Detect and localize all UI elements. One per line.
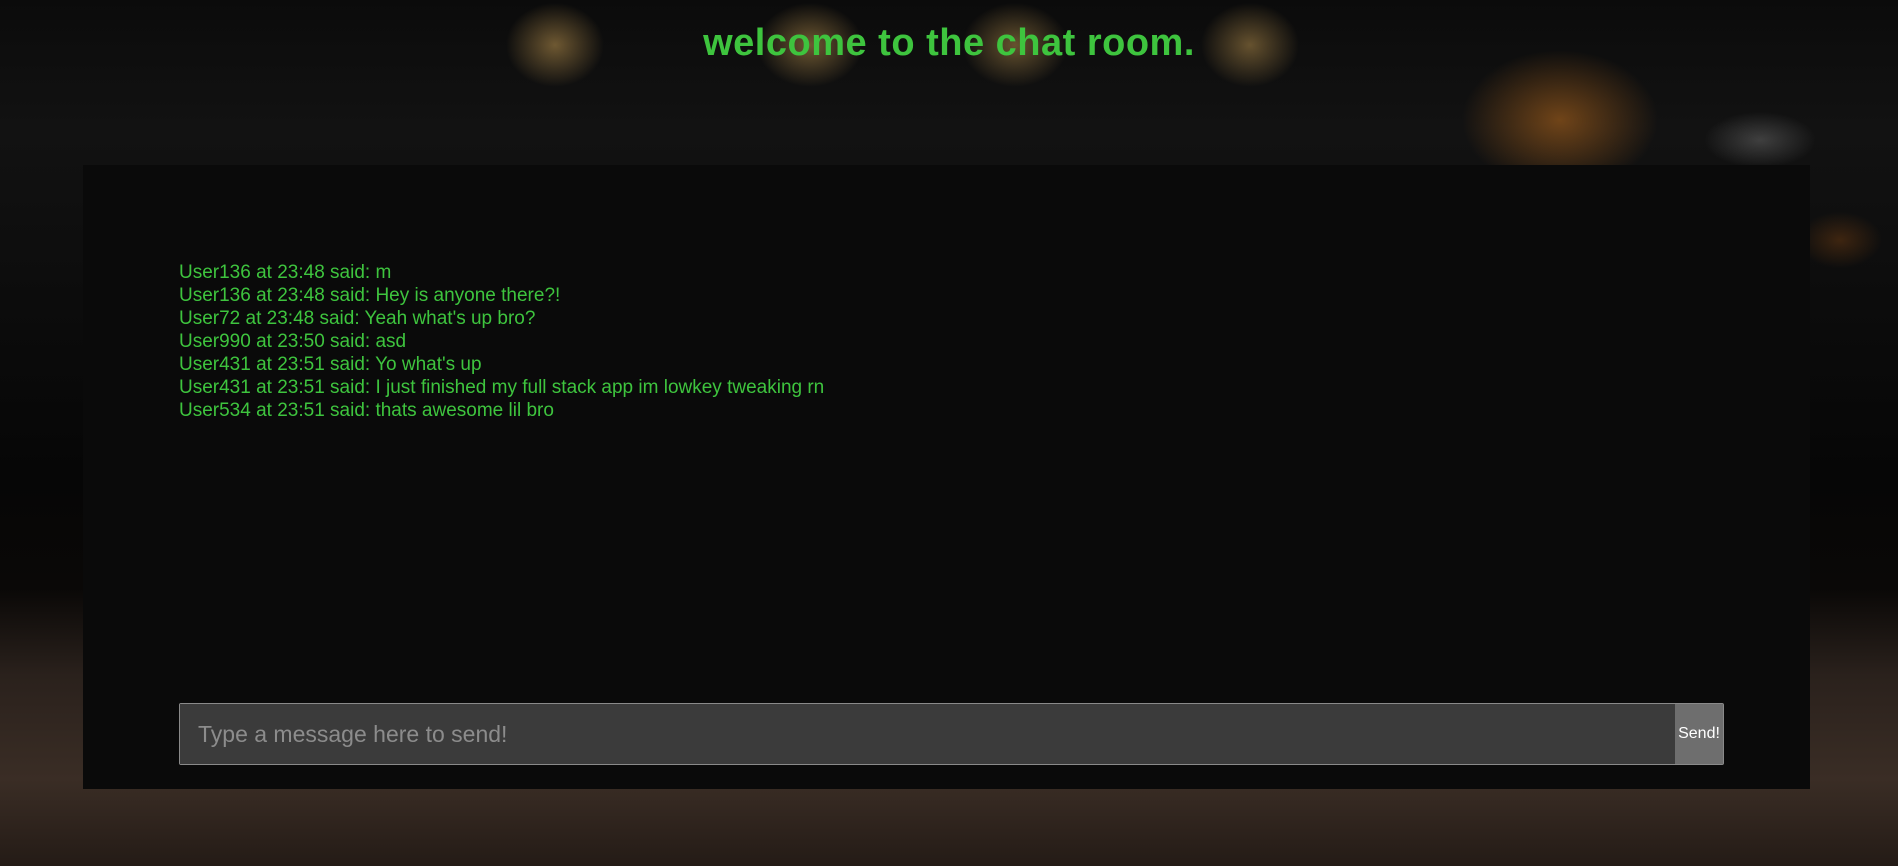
message-list: User136 at 23:48 said: m User136 at 23:4… [179,261,824,422]
chat-message: User136 at 23:48 said: Hey is anyone the… [179,285,561,306]
chat-message: User990 at 23:50 said: asd [179,331,407,352]
chat-panel: User136 at 23:48 said: m User136 at 23:4… [83,165,1810,789]
chat-message: User136 at 23:48 said: m [179,262,392,283]
page-title: welcome to the chat room. [703,22,1195,64]
chat-message: User431 at 23:51 said: Yo what's up [179,354,482,375]
chat-message: User534 at 23:51 said: thats awesome lil… [179,400,554,421]
message-input[interactable] [180,704,1675,764]
chat-message: User431 at 23:51 said: I just finished m… [179,377,825,398]
send-button[interactable]: Send! [1675,704,1723,764]
chat-message: User72 at 23:48 said: Yeah what's up bro… [179,308,536,329]
message-composer: Send! [179,703,1724,765]
